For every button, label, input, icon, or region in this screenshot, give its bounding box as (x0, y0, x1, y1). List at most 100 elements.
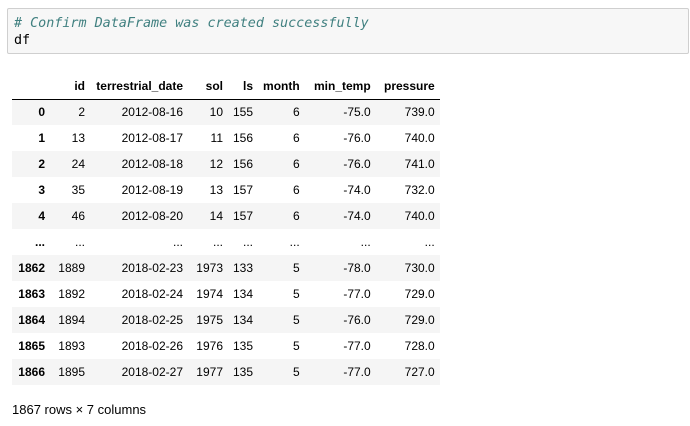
row-index: ... (34, 235, 45, 249)
table-cell: ... (212, 235, 223, 249)
table-cell: 35 (71, 183, 85, 197)
table-row: 1865 1893 2018-02-26 1976 135 5 -77.0 728.0 (12, 333, 440, 359)
table-cell: -75.0 (343, 105, 371, 120)
table-header-row: id terrestrial_date sol ls month min_tem… (12, 73, 440, 100)
table-cell: 1976 (196, 339, 223, 353)
table-cell: 727.0 (404, 365, 435, 379)
table-cell: -77.0 (343, 339, 371, 353)
table-cell: 1889 (58, 261, 85, 275)
table-cell: 10 (209, 105, 223, 120)
table-cell: -76.0 (343, 131, 371, 145)
table-cell: 24 (71, 157, 85, 171)
row-index: 1866 (18, 365, 45, 379)
table-cell: ... (424, 235, 435, 249)
table-cell: 155 (233, 105, 254, 120)
row-index: 2 (38, 157, 45, 171)
table-cell: 133 (233, 261, 254, 275)
table-cell: 2018-02-25 (121, 313, 183, 327)
table-cell: 5 (293, 287, 300, 301)
table-cell: -76.0 (343, 313, 371, 327)
table-cell: 1893 (58, 339, 85, 353)
table-cell: 739.0 (404, 105, 435, 120)
table-cell: 2018-02-27 (121, 365, 183, 379)
dataframe-table: id terrestrial_date sol ls month min_tem… (12, 73, 440, 385)
index-header (12, 73, 50, 100)
column-header-month: month (258, 73, 305, 100)
column-header-sol: sol (188, 73, 228, 100)
table-cell: 729.0 (404, 287, 435, 301)
table-row: 3 35 2012-08-19 13 157 6 -74.0 732.0 (12, 177, 440, 203)
column-header-id: id (50, 73, 90, 100)
table-row: 1864 1894 2018-02-25 1975 134 5 -76.0 729.0 (12, 307, 440, 333)
table-cell: 13 (71, 131, 85, 145)
table-cell: 46 (71, 209, 85, 223)
table-cell: ... (74, 235, 85, 249)
table-cell: -78.0 (343, 261, 371, 275)
table-cell: 6 (293, 105, 300, 120)
table-cell: ... (243, 235, 254, 249)
table-cell: 728.0 (404, 339, 435, 353)
table-cell: 135 (233, 365, 254, 379)
table-cell: 157 (233, 183, 254, 197)
row-index: 3 (38, 183, 45, 197)
code-line-df: df (14, 33, 31, 48)
code-cell-input[interactable]: # Confirm DataFrame was created successf… (7, 8, 689, 54)
code-comment: # Confirm DataFrame was created successf… (14, 16, 369, 31)
table-cell: 740.0 (404, 131, 435, 145)
table-row: ........................ (12, 229, 440, 255)
table-cell: -77.0 (343, 287, 371, 301)
row-index: 1863 (18, 287, 45, 301)
table-row: 1863 1892 2018-02-24 1974 134 5 -77.0 729.0 (12, 281, 440, 307)
table-cell: 13 (209, 183, 223, 197)
table-cell: 5 (293, 313, 300, 327)
table-row: 1 13 2012-08-17 11 156 6 -76.0 740.0 (12, 125, 440, 151)
row-index: 0 (38, 105, 45, 120)
table-cell: 741.0 (404, 157, 435, 171)
table-cell: 1973 (196, 261, 223, 275)
table-body: 0 2 2012-08-16 10 155 6 -75.0 739.0 1 13 2012-08-1… (12, 99, 440, 385)
column-header-min-temp: min_temp (304, 73, 376, 100)
table-cell: 156 (233, 131, 254, 145)
table-cell: 134 (233, 313, 254, 327)
cell-output: id terrestrial_date sol ls month min_tem… (12, 73, 440, 385)
table-cell: ... (172, 235, 183, 249)
dataframe-shape: 1867 rows × 7 columns (12, 402, 147, 417)
table-cell: 2012-08-19 (121, 183, 183, 197)
table-cell: -74.0 (343, 209, 371, 223)
row-index: 1 (38, 131, 45, 145)
table-row: 4 46 2012-08-20 14 157 6 -74.0 740.0 (12, 203, 440, 229)
table-row: 2 24 2012-08-18 12 156 6 -76.0 741.0 (12, 151, 440, 177)
table-cell: 2 (78, 105, 85, 120)
table-cell: 12 (209, 157, 223, 171)
table-cell: -74.0 (343, 183, 371, 197)
table-cell: 2012-08-20 (121, 209, 183, 223)
table-cell: 6 (293, 131, 300, 145)
table-cell: 1892 (58, 287, 85, 301)
table-cell: 740.0 (404, 209, 435, 223)
table-row: 0 2 2012-08-16 10 155 6 -75.0 739.0 (12, 99, 440, 125)
table-cell: 5 (293, 339, 300, 353)
table-cell: 2012-08-16 (121, 105, 183, 120)
table-cell: 1894 (58, 313, 85, 327)
table-cell: 5 (293, 261, 300, 275)
table-cell: 1895 (58, 365, 85, 379)
table-cell: 2018-02-26 (121, 339, 183, 353)
table-cell: -76.0 (343, 157, 371, 171)
table-cell: 156 (233, 157, 254, 171)
row-index: 1864 (18, 313, 45, 327)
table-cell: 6 (293, 183, 300, 197)
table-cell: 2018-02-24 (121, 287, 183, 301)
column-header-terrestrial-date: terrestrial_date (90, 73, 188, 100)
table-cell: 2012-08-17 (121, 131, 183, 145)
table-cell: 135 (233, 339, 254, 353)
table-cell: ... (360, 235, 371, 249)
table-cell: 11 (210, 131, 223, 145)
row-index: 1862 (18, 261, 45, 275)
table-cell: 6 (293, 157, 300, 171)
table-cell: -77.0 (343, 365, 371, 379)
table-cell: 1977 (196, 365, 223, 379)
table-cell: 14 (209, 209, 223, 223)
table-cell: 2018-02-23 (121, 261, 183, 275)
table-cell: ... (289, 235, 300, 249)
table-cell: 5 (293, 365, 300, 379)
